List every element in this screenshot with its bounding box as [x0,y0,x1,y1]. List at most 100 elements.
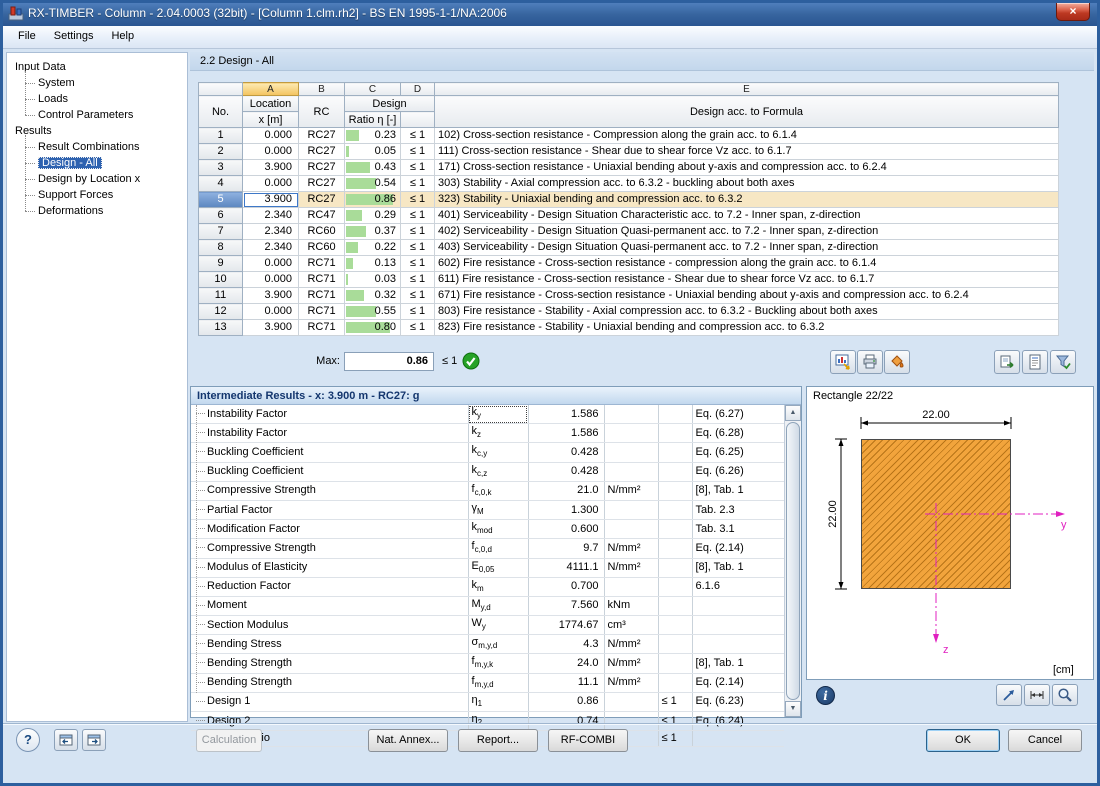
intermediate-row[interactable]: Bending Stressσm,y,d4.3N/mm² [191,635,784,654]
ratio-cell[interactable]: 0.37 [345,224,401,240]
sidebar-item-design-by-location-x[interactable]: Design by Location x [25,171,187,187]
param-symbol[interactable]: fc,0,k [468,481,528,500]
design-row[interactable]: 72.340RC600.37≤ 1402) Serviceability - D… [199,224,1059,240]
location-cell[interactable]: 2.340 [243,240,299,256]
ratio-cell[interactable]: 0.03 [345,272,401,288]
design-row[interactable]: 20.000RC270.05≤ 1111) Cross-section resi… [199,144,1059,160]
row-number-cell[interactable]: 10 [199,272,243,288]
zoom-button[interactable] [1052,684,1078,706]
titlebar[interactable]: RX-TIMBER - Column - 2.04.0003 (32bit) -… [0,0,1100,26]
rc-cell[interactable]: RC71 [299,288,345,304]
result-diagram-button[interactable] [830,350,856,374]
location-cell[interactable]: 3.900 [243,160,299,176]
limit-cell[interactable]: ≤ 1 [401,240,435,256]
limit-cell[interactable]: ≤ 1 [401,144,435,160]
menu-settings[interactable]: Settings [45,26,103,45]
row-number-cell[interactable]: 9 [199,256,243,272]
ratio-cell[interactable]: 0.05 [345,144,401,160]
prev-panel-button[interactable] [54,729,78,751]
sidebar-item-support-forces[interactable]: Support Forces [25,187,187,203]
scrollbar-thumb[interactable] [786,422,800,700]
rc-cell[interactable]: RC27 [299,160,345,176]
intermediate-scrollbar[interactable]: ▲ ▼ [784,405,801,717]
ratio-cell[interactable]: 0.32 [345,288,401,304]
param-symbol[interactable]: kc,y [468,443,528,462]
formula-cell[interactable]: 323) Stability - Uniaxial bending and co… [435,192,1059,208]
sidebar-item-loads[interactable]: Loads [25,91,187,107]
limit-cell[interactable]: ≤ 1 [401,320,435,336]
sidebar-item-deformations[interactable]: Deformations [25,203,187,219]
row-number-cell[interactable]: 8 [199,240,243,256]
ratio-cell[interactable]: 0.23 [345,128,401,144]
design-row[interactable]: 10.000RC270.23≤ 1102) Cross-section resi… [199,128,1059,144]
column-letter-d[interactable]: D [401,83,435,96]
print-button[interactable] [857,350,883,374]
ratio-cell[interactable]: 0.86 [345,192,401,208]
rc-cell[interactable]: RC60 [299,224,345,240]
row-number-cell[interactable]: 5 [199,192,243,208]
intermediate-row[interactable]: MomentMy,d7.560kNm [191,596,784,615]
param-symbol[interactable]: My,d [468,596,528,615]
intermediate-row[interactable]: Section ModulusWy1774.67cm³ [191,616,784,635]
ok-button[interactable]: OK [926,729,1000,752]
next-panel-button[interactable] [82,729,106,751]
row-number-cell[interactable]: 1 [199,128,243,144]
row-number-cell[interactable]: 11 [199,288,243,304]
rc-cell[interactable]: RC71 [299,256,345,272]
ratio-cell[interactable]: 0.55 [345,304,401,320]
formula-cell[interactable]: 401) Serviceability - Design Situation C… [435,208,1059,224]
intermediate-row[interactable]: Compressive Strengthfc,0,k21.0N/mm²[8], … [191,481,784,500]
sidebar-item-input-data[interactable]: Input Data [13,59,187,75]
corner-header-cell[interactable] [199,83,243,96]
location-cell[interactable]: 3.900 [243,320,299,336]
intermediate-row[interactable]: Modification Factorkmod0.600Tab. 3.1 [191,520,784,539]
design-row[interactable]: 62.340RC470.29≤ 1401) Serviceability - D… [199,208,1059,224]
ratio-cell[interactable]: 0.29 [345,208,401,224]
ratio-cell[interactable]: 0.22 [345,240,401,256]
formula-cell[interactable]: 403) Serviceability - Design Situation Q… [435,240,1059,256]
param-symbol[interactable]: km [468,577,528,596]
report-button[interactable]: Report... [458,729,538,752]
intermediate-row[interactable]: Buckling Coefficientkc,z0.428Eq. (6.26) [191,462,784,481]
row-number-cell[interactable]: 13 [199,320,243,336]
sidebar-item-results[interactable]: Results [13,123,187,139]
limit-cell[interactable]: ≤ 1 [401,176,435,192]
location-cell[interactable]: 3.900 [243,288,299,304]
location-cell[interactable]: 0.000 [243,128,299,144]
limit-cell[interactable]: ≤ 1 [401,208,435,224]
param-symbol[interactable]: fm,y,d [468,673,528,692]
formula-cell[interactable]: 402) Serviceability - Design Situation Q… [435,224,1059,240]
location-cell[interactable]: 0.000 [243,304,299,320]
location-cell[interactable]: 0.000 [243,144,299,160]
close-button[interactable]: × [1056,2,1090,21]
formula-cell[interactable]: 803) Fire resistance - Stability - Axial… [435,304,1059,320]
location-cell[interactable]: 2.340 [243,224,299,240]
cancel-button[interactable]: Cancel [1008,729,1082,752]
intermediate-row[interactable]: Design 2η20.74≤ 1Eq. (6.24) [191,712,784,731]
rf-combi-button[interactable]: RF-COMBI [548,729,628,752]
row-number-cell[interactable]: 4 [199,176,243,192]
param-symbol[interactable]: Wy [468,616,528,635]
design-row[interactable]: 40.000RC270.54≤ 1303) Stability - Axial … [199,176,1059,192]
intermediate-row[interactable]: Partial FactorγM1.300Tab. 2.3 [191,500,784,519]
param-symbol[interactable]: fm,y,k [468,654,528,673]
calculation-button[interactable]: Calculation [196,729,262,752]
param-symbol[interactable]: kmod [468,520,528,539]
rc-cell[interactable]: RC71 [299,272,345,288]
row-number-cell[interactable]: 2 [199,144,243,160]
color-scale-button[interactable] [884,350,910,374]
row-number-cell[interactable]: 3 [199,160,243,176]
column-letter-b[interactable]: B [299,83,345,96]
menu-help[interactable]: Help [102,26,143,45]
formula-cell[interactable]: 671) Fire resistance - Cross-section res… [435,288,1059,304]
limit-cell[interactable]: ≤ 1 [401,192,435,208]
sidebar-item-design-all[interactable]: Design - All [25,155,187,171]
pan-view-button[interactable] [996,684,1022,706]
design-row[interactable]: 113.900RC710.32≤ 1671) Fire resistance -… [199,288,1059,304]
sidebar-item-control-parameters[interactable]: Control Parameters [25,107,187,123]
row-number-cell[interactable]: 6 [199,208,243,224]
param-symbol[interactable]: γM [468,500,528,519]
formula-cell[interactable]: 611) Fire resistance - Cross-section res… [435,272,1059,288]
param-symbol[interactable]: kz [468,424,528,443]
rc-cell[interactable]: RC60 [299,240,345,256]
